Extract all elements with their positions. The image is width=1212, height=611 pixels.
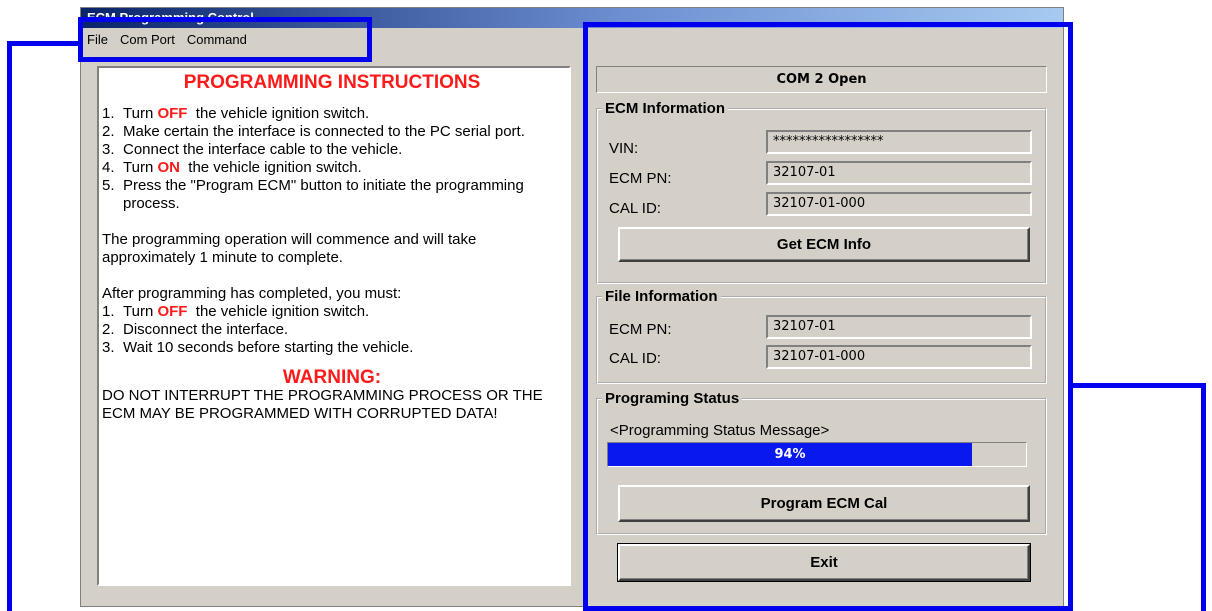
get-ecm-info-button[interactable]: Get ECM Info (618, 227, 1030, 262)
window-title: ECM Programming Control (87, 10, 254, 25)
annotation-line-left-top (7, 41, 83, 46)
file-information-legend: File Information (605, 288, 718, 305)
programming-progress-bar: 94% (607, 442, 1027, 467)
warning-heading: WARNING: (282, 367, 382, 388)
ecm-programming-window: ECM Programming Control File Com Port Comm… (80, 7, 1064, 607)
file-cal-id-label: CAL ID: (609, 350, 661, 367)
instructions-pane: PROGRAMMING INSTRUCTIONS 1. Turn OFF the … (97, 66, 571, 586)
list-item: 3. Connect the interface cable to the veh… (102, 141, 403, 158)
annotation-line-right (1201, 383, 1206, 611)
programming-status-message: <Programming Status Message> (610, 422, 830, 439)
file-ecm-pn-label: ECM PN: (609, 321, 672, 338)
list-item: 2. Make certain the interface is connecte… (102, 123, 525, 140)
file-cal-id-field[interactable]: 32107-01-000 (766, 345, 1032, 369)
list-item: 1. Turn OFF the vehicle ignition switch. (102, 105, 370, 122)
cal-id-label: CAL ID: (609, 200, 661, 217)
warning-text: DO NOT INTERRUPT THE PROGRAMMING PROCESS… (102, 387, 543, 422)
vin-label: VIN: (609, 140, 639, 157)
instructions-heading: PROGRAMMING INSTRUCTIONS (183, 72, 481, 93)
ecm-pn-label: ECM PN: (609, 170, 672, 187)
after-programming-heading: After programming has completed, you mus… (102, 285, 402, 302)
list-item: 1. Turn OFF the vehicle ignition switch. (102, 303, 370, 320)
instructions-paragraph: The programming operation will commence … (102, 231, 477, 266)
program-ecm-cal-button[interactable]: Program ECM Cal (618, 485, 1030, 522)
menu-bar: File Com Port Command (81, 30, 1063, 50)
list-item: 3. Wait 10 seconds before starting the ve… (102, 339, 414, 356)
vin-field[interactable]: ***************** (766, 130, 1032, 154)
list-item: 4. Turn ON the vehicle ignition switch. (102, 159, 362, 176)
cal-id-field[interactable]: 32107-01-000 (766, 192, 1032, 216)
exit-button[interactable]: Exit (617, 543, 1031, 582)
programming-status-legend: Programing Status (605, 390, 740, 407)
annotation-line-left (7, 41, 12, 611)
menu-command[interactable]: Command (181, 30, 253, 50)
window-title-bar[interactable]: ECM Programming Control (81, 8, 1063, 28)
menu-file[interactable]: File (81, 30, 114, 50)
progress-percent-label: 94% (774, 447, 806, 462)
annotation-line-right-top (1068, 383, 1206, 388)
list-item: 2. Disconnect the interface. (102, 321, 289, 338)
list-item: 5. Press the "Program ECM" button to init… (102, 177, 524, 212)
file-ecm-pn-field[interactable]: 32107-01 (766, 315, 1032, 339)
ecm-pn-field[interactable]: 32107-01 (766, 161, 1032, 185)
menu-com-port[interactable]: Com Port (114, 30, 181, 50)
ecm-information-legend: ECM Information (605, 100, 725, 117)
com-status-bar: COM 2 Open (596, 66, 1047, 93)
